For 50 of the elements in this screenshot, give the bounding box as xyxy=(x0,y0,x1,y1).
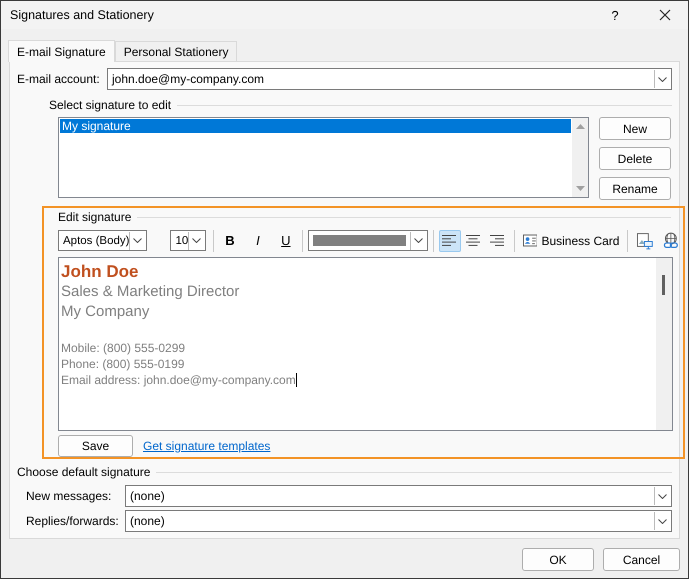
signature-list[interactable]: My signature xyxy=(58,117,589,198)
chevron-down-icon xyxy=(658,494,667,498)
font-dropdown[interactable]: Aptos (Body) xyxy=(58,230,148,252)
field-label: Replies/forwards: xyxy=(26,514,120,528)
italic-button[interactable]: I xyxy=(246,230,269,252)
picture-monitor-icon xyxy=(636,232,654,250)
window-title: Signatures and Stationery xyxy=(10,8,155,22)
signature-button[interactable]: New xyxy=(599,117,671,140)
signature-editor[interactable]: John Doe Sales & Marketing Director My Company Mobile: (800) 555-0299 Phone: (800) 555-0199 Email address: john.doe@my-company.com xyxy=(58,256,673,431)
scrollbar[interactable] xyxy=(656,258,672,430)
account-dropdown[interactable]: john.doe@my-company.com xyxy=(107,68,672,90)
section-label: Choose default signature xyxy=(17,465,150,479)
field-label: E-mail account: xyxy=(17,72,101,86)
tab[interactable]: Personal Stationery xyxy=(114,41,238,61)
align-left-button[interactable] xyxy=(438,230,461,252)
signature-line: Sales & Marketing Director xyxy=(61,282,240,302)
font-color-dropdown[interactable] xyxy=(308,230,428,252)
field-label: New messages: xyxy=(26,489,112,503)
signature-dropdown[interactable]: (none) xyxy=(125,485,672,507)
chevron-down-icon xyxy=(192,238,202,244)
align-left-icon xyxy=(442,235,458,246)
align-right-icon xyxy=(490,235,506,246)
signature-dropdown[interactable]: (none) xyxy=(125,510,672,532)
dialog-button[interactable]: OK xyxy=(522,548,594,571)
align-center-icon xyxy=(466,235,482,246)
section-label: Edit signature xyxy=(58,210,132,224)
section-label: Select signature to edit xyxy=(49,98,172,112)
signature-button[interactable]: Rename xyxy=(599,177,671,200)
chevron-down-icon xyxy=(133,238,142,244)
signature-line: My Company xyxy=(61,302,150,322)
chevron-down-icon xyxy=(658,518,667,524)
close-icon xyxy=(659,9,671,21)
signature-line: Phone: (800) 555-0199 xyxy=(61,356,184,372)
dialog-button[interactable]: Cancel xyxy=(603,548,680,571)
tab[interactable]: E-mail Signature xyxy=(8,40,115,62)
signature-line: John Doe xyxy=(61,260,138,282)
save-button[interactable]: Save xyxy=(58,435,133,457)
help-button[interactable]: ? xyxy=(596,1,634,29)
business-card-button[interactable]: Business Card xyxy=(520,230,622,252)
bold-button[interactable]: B xyxy=(218,230,241,252)
chevron-down-icon xyxy=(658,76,667,82)
signature-line: Email address: john.doe@my-company.com xyxy=(61,372,297,388)
contact-card-icon xyxy=(522,234,538,248)
signature-button[interactable]: Delete xyxy=(599,147,671,170)
chevron-down-icon xyxy=(414,238,423,244)
list-item[interactable]: My signature xyxy=(60,119,571,133)
underline-button[interactable]: U xyxy=(274,230,297,252)
templates-link[interactable]: Get signature templates xyxy=(143,439,270,453)
size-dropdown[interactable]: 10 xyxy=(170,230,206,252)
signature-line: Mobile: (800) 555-0299 xyxy=(61,340,186,356)
